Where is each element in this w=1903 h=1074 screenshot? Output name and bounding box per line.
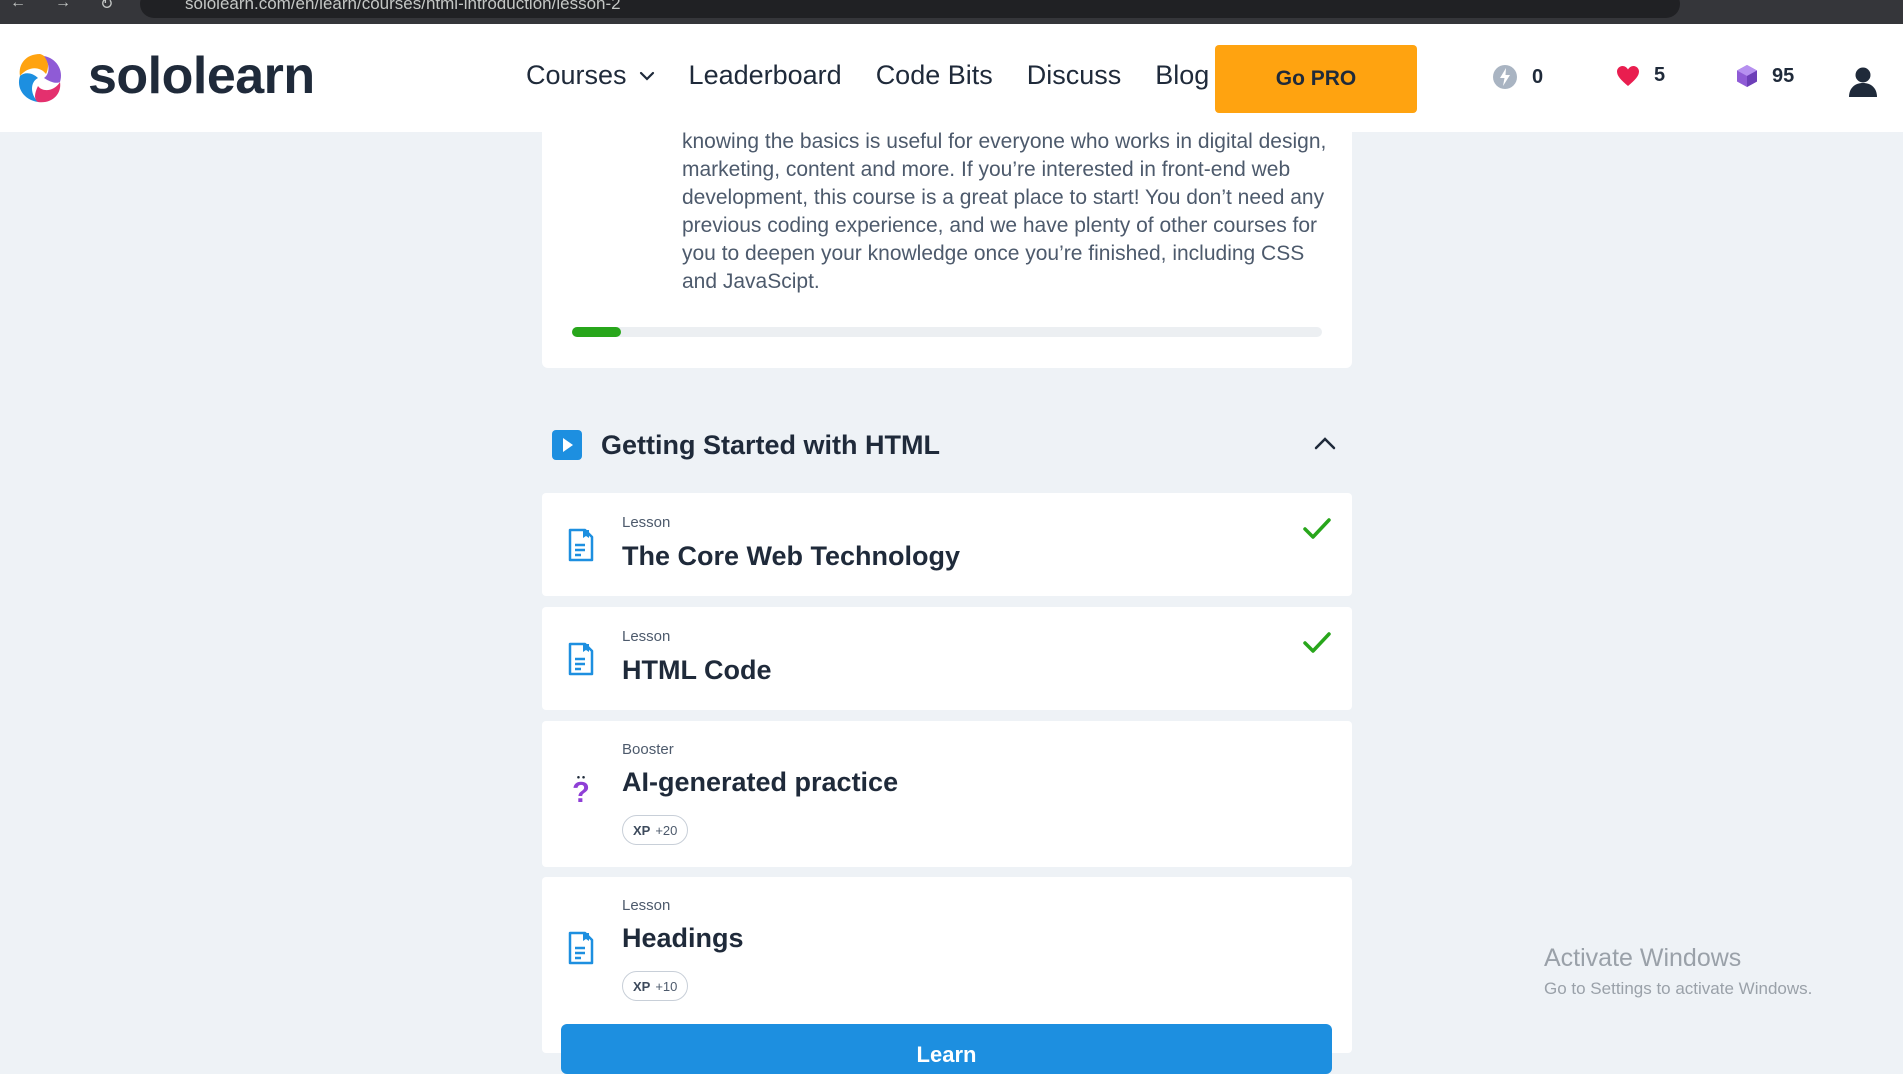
lesson-document-icon	[568, 931, 594, 965]
chevron-down-icon	[639, 71, 654, 81]
lesson-item-core-web-technology[interactable]: Lesson The Core Web Technology	[542, 493, 1352, 596]
brand-name[interactable]: sololearn	[88, 46, 315, 106]
hearts-counter[interactable]: 5	[1616, 64, 1665, 87]
item-title: AI-generated practice	[622, 767, 899, 797]
user-avatar-icon[interactable]	[1846, 64, 1880, 98]
section-header[interactable]: Getting Started with HTML	[542, 420, 1352, 470]
item-type-label: Lesson	[622, 514, 671, 531]
gems-counter[interactable]: 95	[1736, 64, 1794, 88]
hearts-count: 5	[1654, 64, 1666, 86]
xp-value: +20	[655, 822, 678, 838]
course-description: knowing the basics is useful for everyon…	[682, 130, 1327, 293]
course-description-card: knowing the basics is useful for everyon…	[542, 130, 1352, 368]
streak-counter[interactable]: 0	[1492, 64, 1543, 90]
course-progress-fill	[572, 327, 621, 337]
item-type-label: Lesson	[622, 897, 671, 914]
item-type-label: Booster	[622, 741, 674, 758]
xp-label: XP	[633, 978, 651, 994]
nav-leaderboard[interactable]: Leaderboard	[689, 60, 842, 91]
course-progress-bar	[572, 327, 1322, 337]
nav-blog[interactable]: Blog	[1155, 60, 1209, 91]
question-mark-icon: ?	[572, 775, 590, 807]
gems-count: 95	[1772, 64, 1795, 87]
watermark-title: Activate Windows	[1544, 944, 1742, 972]
xp-badge: XP +10	[622, 971, 689, 1001]
lesson-item-html-code[interactable]: Lesson HTML Code	[542, 607, 1352, 710]
nav-discuss[interactable]: Discuss	[1027, 60, 1122, 91]
booster-item-ai-practice[interactable]: ? Booster AI-generated practice XP +20	[542, 721, 1352, 867]
address-bar-url: sololearn.com/en/learn/courses/html-intr…	[185, 0, 621, 13]
site-header: sololearn Courses Leaderboard Code Bits …	[0, 24, 1903, 132]
lightning-icon	[1493, 65, 1517, 89]
lesson-document-icon	[568, 642, 594, 676]
chevron-up-icon[interactable]	[1314, 435, 1336, 451]
nav-courses-label: Courses	[526, 60, 627, 90]
streak-count: 0	[1532, 65, 1544, 88]
xp-badge: XP +20	[622, 815, 689, 845]
play-icon	[552, 430, 582, 460]
svg-text:?: ?	[572, 777, 590, 807]
sololearn-logo-icon[interactable]	[10, 48, 70, 108]
item-title: HTML Code	[622, 655, 772, 685]
watermark-subtitle: Go to Settings to activate Windows.	[1544, 979, 1813, 998]
windows-activation-watermark: Activate Windows Go to Settings to activ…	[1544, 944, 1812, 999]
nav-courses[interactable]: Courses	[526, 60, 655, 91]
xp-label: XP	[633, 822, 651, 838]
gem-icon	[1737, 65, 1757, 87]
forward-icon[interactable]: →	[55, 0, 71, 12]
browser-toolbar: ← → ↻ sololearn.com/en/learn/courses/htm…	[0, 0, 1903, 24]
heart-icon	[1617, 65, 1639, 86]
item-title: The Core Web Technology	[622, 541, 961, 571]
item-title: Headings	[622, 923, 744, 953]
section-title: Getting Started with HTML	[601, 430, 940, 460]
learn-button[interactable]: Learn	[561, 1024, 1332, 1074]
lesson-document-icon	[568, 528, 594, 562]
nav-code-bits[interactable]: Code Bits	[876, 60, 993, 91]
main-nav: Courses Leaderboard Code Bits Discuss Bl…	[526, 60, 1243, 91]
go-pro-button[interactable]: Go PRO	[1215, 45, 1417, 113]
checkmark-icon	[1303, 632, 1331, 653]
xp-value: +10	[655, 978, 678, 994]
checkmark-icon	[1303, 518, 1331, 539]
item-type-label: Lesson	[622, 628, 671, 645]
back-icon[interactable]: ←	[10, 0, 26, 12]
reload-icon[interactable]: ↻	[100, 0, 113, 14]
